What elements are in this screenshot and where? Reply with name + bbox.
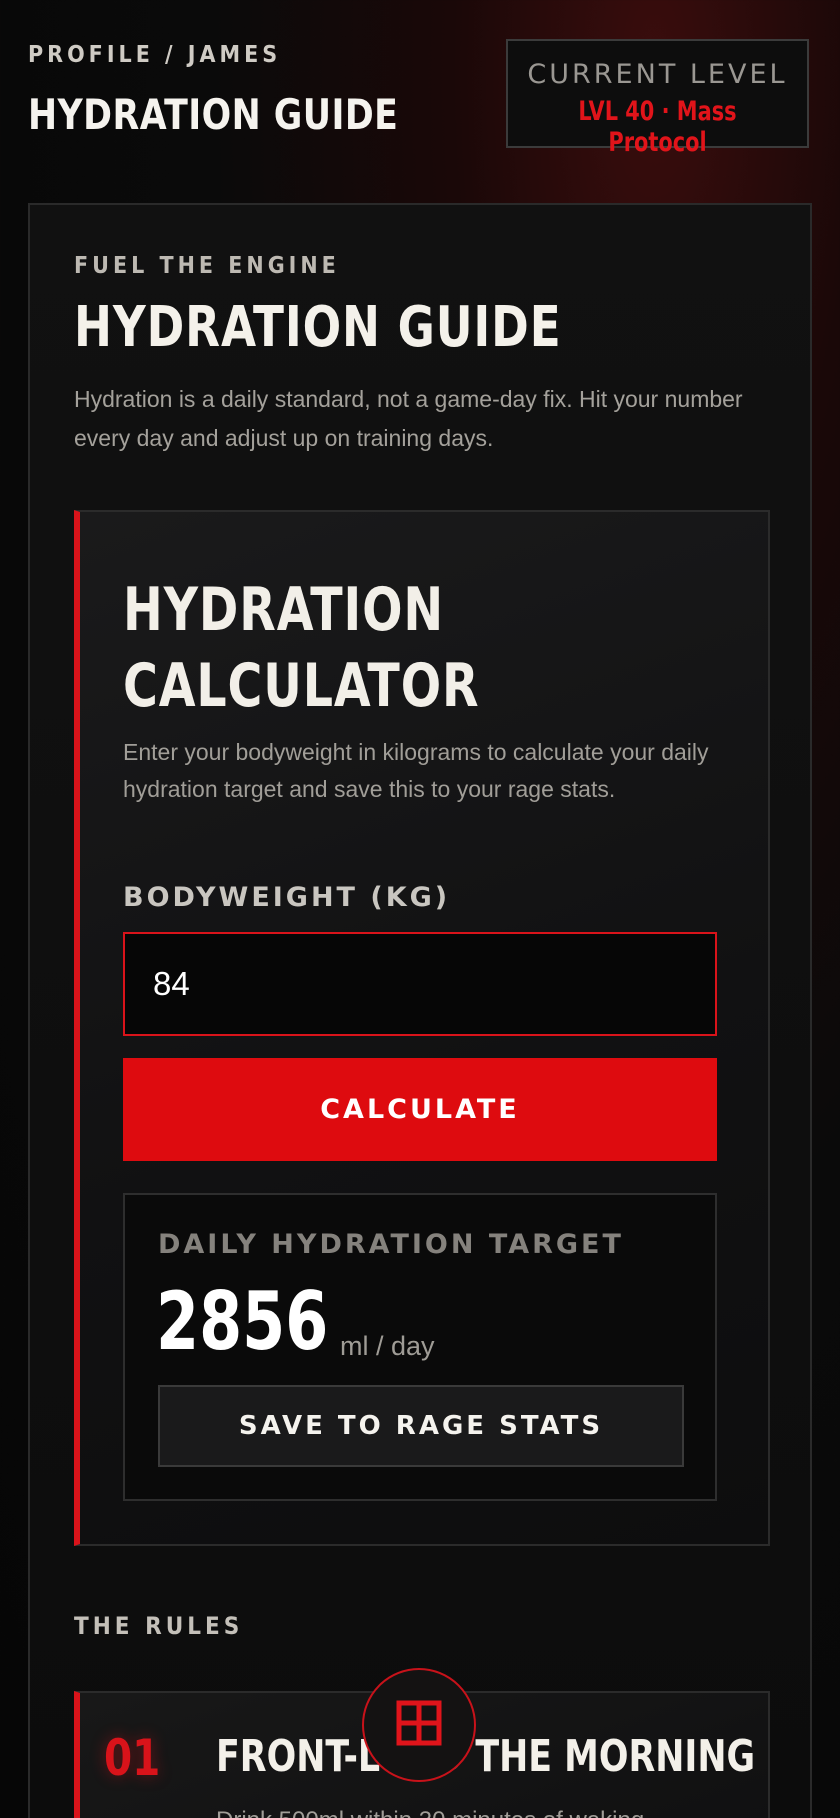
section-intro: Hydration is a daily standard, not a gam…: [74, 386, 743, 451]
calculator-description: Enter your bodyweight in kilograms to ca…: [123, 739, 709, 802]
bodyweight-label: BODYWEIGHT (KG): [123, 882, 451, 913]
page-title: HYDRATION GUIDE: [28, 90, 399, 139]
hydration-result-panel: DAILY HYDRATION TARGET 2856 ml / day SAV…: [123, 1193, 717, 1501]
hydration-calculator-card: HYDRATION CALCULATOR Enter your bodyweig…: [74, 510, 770, 1546]
current-level-label: CURRENT LEVEL: [527, 59, 788, 90]
page-header: PROFILE / JAMES HYDRATION GUIDE CURRENT …: [0, 0, 840, 200]
rule-description: Drink 500ml within 30 minutes of waking: [216, 1807, 644, 1818]
menu-fab-button[interactable]: [362, 1668, 476, 1782]
result-value: 2856: [156, 1275, 329, 1368]
grid-icon: [396, 1700, 442, 1750]
rules-heading: THE RULES: [74, 1612, 244, 1640]
current-level-value: LVL 40 · Mass Protocol: [578, 96, 737, 158]
save-to-rage-stats-button[interactable]: SAVE TO RAGE STATS: [158, 1385, 684, 1467]
calculator-title-line2: CALCULATOR: [123, 651, 480, 721]
section-eyebrow: FUEL THE ENGINE: [74, 253, 340, 279]
hydration-guide-card: FUEL THE ENGINE HYDRATION GUIDE Hydratio…: [28, 203, 812, 1818]
calculate-button[interactable]: CALCULATE: [123, 1058, 717, 1161]
section-title: HYDRATION GUIDE: [74, 295, 562, 360]
rule-number: 01: [104, 1729, 161, 1787]
result-label: DAILY HYDRATION TARGET: [158, 1229, 624, 1260]
calculator-title: HYDRATION CALCULATOR: [123, 572, 479, 724]
bodyweight-input[interactable]: [123, 932, 717, 1036]
current-level-badge: CURRENT LEVEL LVL 40 · Mass Protocol: [506, 39, 809, 158]
calculator-title-line1: HYDRATION: [123, 575, 444, 645]
rule-title: FRONT-LOAD THE MORNING: [216, 1731, 756, 1782]
breadcrumb[interactable]: PROFILE / JAMES: [28, 42, 281, 68]
result-unit: ml / day: [340, 1331, 435, 1361]
